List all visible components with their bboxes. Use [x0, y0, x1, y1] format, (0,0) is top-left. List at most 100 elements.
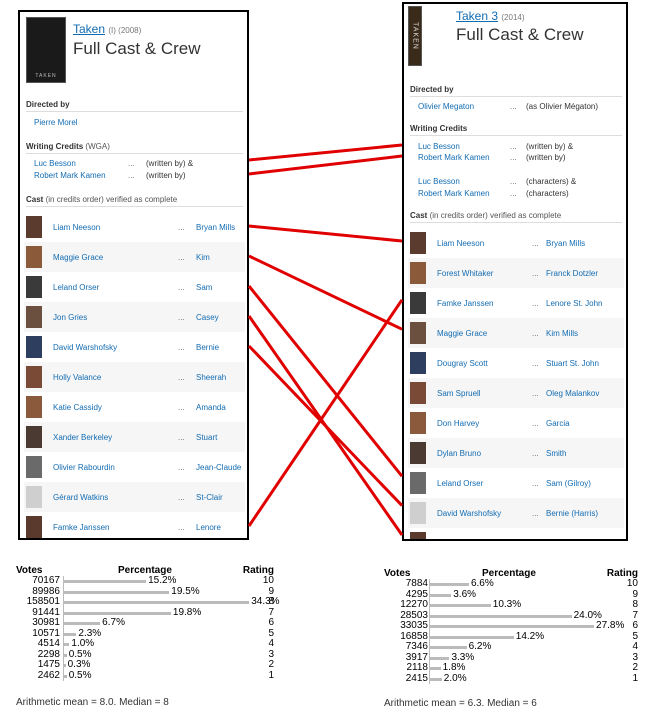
- actor-photo[interactable]: [26, 396, 42, 418]
- actor-name-link[interactable]: Olivier Rabourdin: [53, 463, 115, 472]
- rating-value: 10: [626, 578, 638, 589]
- section-label: Directed by: [26, 100, 70, 109]
- actor-name-link[interactable]: Katie Cassidy: [53, 403, 102, 412]
- character-link[interactable]: Bernie: [196, 343, 219, 352]
- character-link[interactable]: Lenore St. John: [546, 299, 602, 308]
- actor-photo[interactable]: [26, 246, 42, 268]
- actor-photo[interactable]: [410, 412, 426, 434]
- character-link[interactable]: Sam: [196, 283, 212, 292]
- actor-name-link[interactable]: Maggie Grace: [437, 329, 487, 338]
- percentage-label: 0.3%: [67, 659, 91, 670]
- character-link[interactable]: (Mark) Casey: [546, 539, 594, 541]
- section-label: Writing Credits: [26, 142, 84, 151]
- actor-photo[interactable]: [410, 352, 426, 374]
- actor-name-link[interactable]: Leland Orser: [437, 479, 483, 488]
- actor-photo[interactable]: [26, 516, 42, 538]
- actor-name-link[interactable]: Dylan Bruno: [437, 449, 481, 458]
- actor-photo[interactable]: [410, 382, 426, 404]
- writer-link[interactable]: Luc Besson: [34, 159, 76, 168]
- actor-photo[interactable]: [26, 366, 42, 388]
- percentage-label: 19.8%: [172, 606, 202, 618]
- character-link[interactable]: Bryan Mills: [196, 223, 235, 232]
- character-link[interactable]: Bernie (Harris): [546, 509, 598, 518]
- actor-name-link[interactable]: Liam Neeson: [53, 223, 100, 232]
- character-link[interactable]: Stuart: [196, 433, 217, 442]
- character-link[interactable]: Lenore: [196, 523, 221, 532]
- percentage-label: 1.0%: [71, 638, 95, 649]
- actor-name-link[interactable]: Famke Janssen: [437, 299, 493, 308]
- actor-photo[interactable]: [410, 502, 426, 524]
- rating-row: 158501 34.3% 8: [16, 596, 280, 608]
- movie-title-link[interactable]: Taken: [73, 22, 105, 36]
- actor-name-link[interactable]: Forest Whitaker: [437, 269, 493, 278]
- rating-row: 2118 1.8% 2: [384, 662, 638, 674]
- actor-name-link[interactable]: Maggie Grace: [53, 253, 103, 262]
- writing-credits-heading: Writing Credits: [410, 124, 622, 136]
- actor-photo[interactable]: [26, 456, 42, 478]
- movie-poster[interactable]: TAKEN: [26, 17, 66, 83]
- actor-name-link[interactable]: Jon Gries: [437, 539, 471, 541]
- character-link[interactable]: Kim Mills: [546, 329, 578, 338]
- character-link[interactable]: Sheerah: [196, 373, 226, 382]
- actor-photo[interactable]: [410, 232, 426, 254]
- actor-name-link[interactable]: Famke Janssen: [53, 523, 109, 532]
- writer-link[interactable]: Robert Mark Kamen: [34, 171, 106, 180]
- actor-name-link[interactable]: Don Harvey: [437, 419, 479, 428]
- actor-photo[interactable]: [410, 292, 426, 314]
- actor-photo[interactable]: [410, 532, 426, 539]
- director-link[interactable]: Olivier Megaton: [418, 102, 474, 111]
- writer-link[interactable]: Robert Mark Kamen: [418, 189, 490, 198]
- cast-row: Xander Berkeley... Stuart: [24, 422, 245, 452]
- vote-count: 158501: [26, 596, 60, 607]
- character-link[interactable]: Stuart St. John: [546, 359, 599, 368]
- character-link[interactable]: Oleg Malankov: [546, 389, 599, 398]
- actor-photo[interactable]: [410, 262, 426, 284]
- movie-poster[interactable]: TAKEN: [408, 6, 422, 66]
- actor-name-link[interactable]: Sam Spruell: [437, 389, 481, 398]
- cast-row: Forest Whitaker... Franck Dotzler: [408, 258, 624, 288]
- actor-name-link[interactable]: Dougray Scott: [437, 359, 488, 368]
- actor-name-link[interactable]: Xander Berkeley: [53, 433, 112, 442]
- character-link[interactable]: Franck Dotzler: [546, 269, 598, 278]
- character-link[interactable]: St-Clair: [196, 493, 223, 502]
- actor-photo[interactable]: [410, 472, 426, 494]
- actor-name-link[interactable]: David Warshofsky: [53, 343, 117, 352]
- character-link[interactable]: Bryan Mills: [546, 239, 585, 248]
- director-link[interactable]: Pierre Morel: [34, 118, 78, 127]
- writer-link[interactable]: Luc Besson: [418, 142, 460, 151]
- actor-name-link[interactable]: Jon Gries: [53, 313, 87, 322]
- character-link[interactable]: Jean-Claude: [196, 463, 241, 472]
- actor-name-link[interactable]: Liam Neeson: [437, 239, 484, 248]
- wga-link[interactable]: (WGA): [85, 142, 109, 151]
- actor-photo[interactable]: [26, 426, 42, 448]
- cast-row: Katie Cassidy... Amanda: [24, 392, 245, 422]
- movie-title-link[interactable]: Taken 3: [456, 9, 498, 23]
- rating-value: 8: [632, 599, 638, 610]
- actor-name-link[interactable]: David Warshofsky: [437, 509, 501, 518]
- writer-link[interactable]: Luc Besson: [418, 177, 460, 186]
- cast-note: (in credits order) verified as complete: [45, 195, 178, 204]
- cast-row: Jon Gries... (Mark) Casey: [408, 528, 624, 541]
- actor-photo[interactable]: [410, 322, 426, 344]
- cast-heading: Cast (in credits order) verified as comp…: [410, 211, 622, 223]
- actor-photo[interactable]: [26, 276, 42, 298]
- character-link[interactable]: Kim: [196, 253, 210, 262]
- actor-name-link[interactable]: Gérard Watkins: [53, 493, 108, 502]
- actor-photo[interactable]: [410, 442, 426, 464]
- section-label: Cast: [410, 211, 428, 220]
- character-link[interactable]: Sam (Gilroy): [546, 479, 591, 488]
- actor-photo[interactable]: [26, 216, 42, 238]
- character-link[interactable]: Garcia: [546, 419, 570, 428]
- writer-link[interactable]: Robert Mark Kamen: [418, 153, 490, 162]
- dots: ...: [532, 299, 539, 308]
- character-link[interactable]: Casey: [196, 313, 219, 322]
- character-link[interactable]: Amanda: [196, 403, 226, 412]
- dots: ...: [178, 343, 185, 352]
- connector-line: [247, 315, 404, 536]
- actor-photo[interactable]: [26, 306, 42, 328]
- actor-photo[interactable]: [26, 336, 42, 358]
- actor-photo[interactable]: [26, 486, 42, 508]
- actor-name-link[interactable]: Holly Valance: [53, 373, 101, 382]
- character-link[interactable]: Smith: [546, 449, 566, 458]
- actor-name-link[interactable]: Leland Orser: [53, 283, 99, 292]
